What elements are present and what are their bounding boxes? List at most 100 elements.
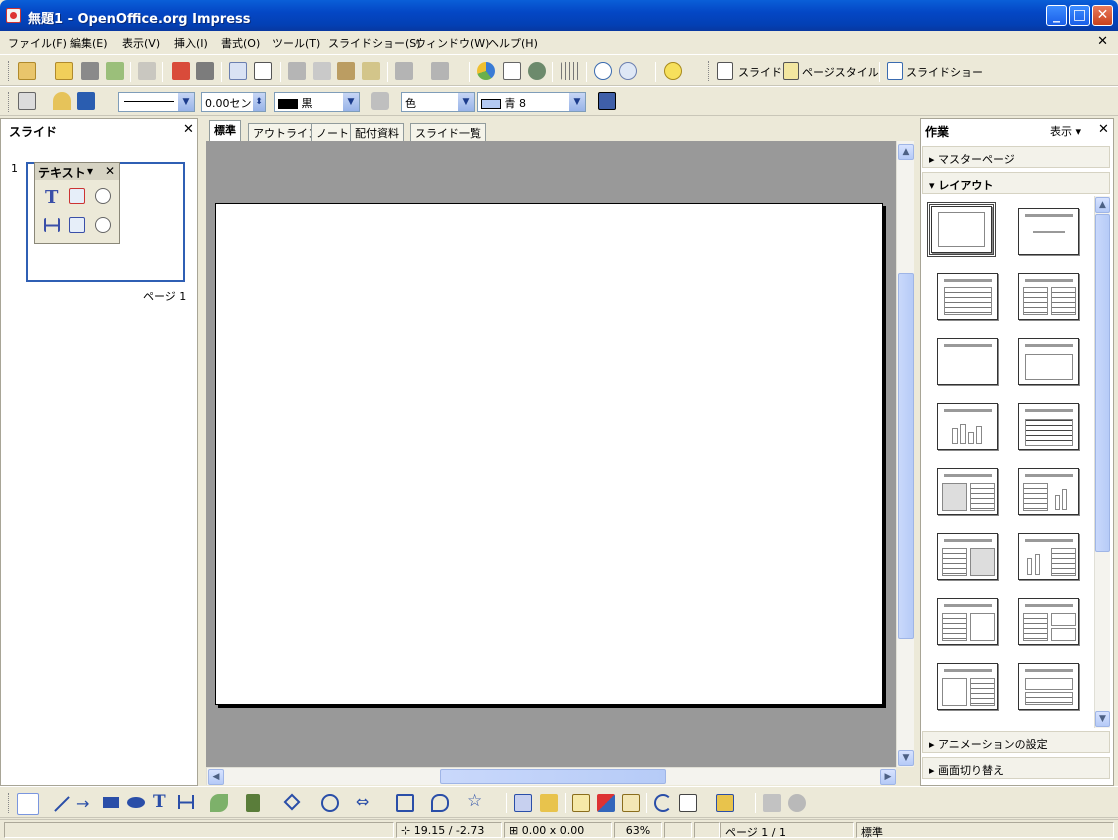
help-icon[interactable] — [664, 62, 682, 80]
vertical-text-icon[interactable] — [44, 218, 60, 232]
left-splitter[interactable] — [198, 118, 206, 786]
vertical-scroll-thumb[interactable] — [898, 273, 914, 639]
layout-object-over-text[interactable] — [1018, 663, 1079, 710]
layout-scroll-thumb[interactable] — [1095, 214, 1110, 552]
menu-window[interactable]: ウィンドウ(W) — [415, 35, 489, 51]
fit-text-icon[interactable] — [69, 188, 85, 204]
slide-button[interactable]: スライド — [738, 64, 782, 80]
chart-icon[interactable] — [477, 62, 495, 80]
cut-icon[interactable] — [288, 62, 306, 80]
email-icon[interactable] — [106, 62, 124, 80]
close-button[interactable]: ✕ — [1092, 5, 1113, 26]
extrusion-icon[interactable] — [788, 794, 806, 812]
print-icon[interactable] — [196, 62, 214, 80]
toolbar-grip[interactable] — [8, 61, 11, 81]
scroll-up-icon[interactable]: ▲ — [898, 144, 914, 160]
layout-blank[interactable] — [927, 202, 996, 257]
edit-file-icon[interactable] — [138, 62, 156, 80]
insert-image-icon[interactable] — [597, 794, 615, 812]
export-pdf-icon[interactable] — [172, 62, 190, 80]
new-slide-icon[interactable] — [717, 62, 733, 80]
open-folder-icon[interactable] — [55, 62, 73, 80]
minimize-button[interactable]: _ — [1046, 5, 1067, 26]
show-draw-functions-icon[interactable] — [528, 62, 546, 80]
menu-view[interactable]: 表示(V) — [122, 35, 160, 51]
task-pane-view-menu[interactable]: 表示 ▾ — [1050, 123, 1081, 139]
slides-pane-close-icon[interactable]: ✕ — [183, 122, 194, 137]
new-document-icon[interactable] — [18, 62, 36, 80]
line-arrow-tool-icon[interactable]: → — [76, 794, 89, 813]
menu-file[interactable]: ファイル(F) — [8, 35, 67, 51]
scroll-right-icon[interactable]: ▶ — [880, 769, 896, 785]
layout-text-chart[interactable] — [1018, 468, 1079, 515]
task-pane-close-icon[interactable]: ✕ — [1098, 122, 1109, 137]
scroll-left-icon[interactable]: ◀ — [208, 769, 224, 785]
alignment-icon[interactable] — [679, 794, 697, 812]
layout-scroll-up-icon[interactable]: ▲ — [1095, 197, 1110, 213]
line-style-icon[interactable] — [53, 92, 71, 110]
canvas-vertical-scrollbar[interactable]: ▲ ▼ — [896, 141, 914, 767]
copy-icon[interactable] — [313, 62, 331, 80]
navigator-icon[interactable] — [594, 62, 612, 80]
text-toolbar-close-icon[interactable]: ✕ — [105, 164, 115, 178]
tab-handout[interactable]: 配付資料 — [350, 123, 404, 141]
autospellcheck-icon[interactable] — [254, 62, 272, 80]
section-master-pages[interactable]: ▸ マスターページ — [922, 146, 1110, 168]
menu-format[interactable]: 書式(O) — [221, 35, 260, 51]
text-tool-icon[interactable]: T — [45, 187, 58, 208]
callout-icon[interactable] — [95, 188, 111, 204]
status-zoom[interactable]: 63% — [614, 822, 662, 838]
paste-icon[interactable] — [337, 62, 355, 80]
slide-page[interactable] — [215, 203, 883, 705]
menu-tools[interactable]: ツール(T) — [272, 35, 320, 51]
area-fill-icon[interactable] — [371, 92, 389, 110]
slideshow-icon[interactable] — [887, 62, 903, 80]
fontwork-icon[interactable] — [572, 794, 590, 812]
line-tool-icon[interactable] — [54, 796, 70, 812]
vertical-callout-icon[interactable] — [95, 217, 111, 233]
area-style-select[interactable]: 色 ▼ — [401, 92, 475, 112]
vertical-text-tool-icon[interactable] — [178, 795, 194, 809]
scroll-down-icon[interactable]: ▼ — [898, 750, 914, 766]
text-tool-icon-bottom[interactable]: T — [153, 792, 166, 812]
section-custom-animation[interactable]: ▸ アニメーションの設定 — [922, 731, 1110, 753]
layout-chart-text[interactable] — [1018, 533, 1079, 580]
connector-tool-icon[interactable] — [246, 794, 260, 812]
symbol-shapes-icon[interactable] — [321, 794, 339, 812]
select-arrow-icon[interactable] — [17, 793, 39, 815]
points-edit-icon[interactable] — [514, 794, 532, 812]
menu-help[interactable]: ヘルプ(H) — [488, 35, 538, 51]
rotate-icon[interactable] — [654, 794, 672, 812]
spellcheck-icon[interactable] — [229, 62, 247, 80]
layout-text-object[interactable] — [937, 598, 998, 645]
fit-vertical-text-icon[interactable] — [69, 217, 85, 233]
section-slide-transition[interactable]: ▸ 画面切り替え — [922, 757, 1110, 779]
ellipse-tool-icon[interactable] — [127, 797, 145, 808]
glue-points-icon[interactable] — [540, 794, 558, 812]
zoom-icon[interactable] — [619, 62, 637, 80]
table-icon[interactable] — [503, 62, 521, 80]
layout-object-text[interactable] — [937, 663, 998, 710]
layout-text-2-objects[interactable] — [1018, 598, 1079, 645]
layout-title-only[interactable] — [937, 338, 998, 385]
line-width-field[interactable]: 0.00セン ⬍ — [201, 92, 266, 112]
layout-title-slide[interactable] — [1018, 208, 1079, 255]
layout-title-chart[interactable] — [937, 403, 998, 450]
layout-scrollbar[interactable]: ▲ ▼ — [1094, 196, 1110, 728]
arrange-icon[interactable] — [716, 794, 734, 812]
layout-clipart-text[interactable] — [937, 468, 998, 515]
layout-title-content[interactable] — [937, 273, 998, 320]
canvas-horizontal-scrollbar[interactable]: ◀ ▶ — [206, 767, 896, 785]
slideshow-button[interactable]: スライドショー — [906, 64, 983, 80]
grid-icon[interactable] — [561, 62, 579, 80]
shadow-toggle-icon[interactable] — [763, 794, 781, 812]
arrow-style-icon[interactable] — [77, 92, 95, 110]
impress-app-icon[interactable] — [6, 8, 21, 23]
save-icon[interactable] — [81, 62, 99, 80]
layout-title-table[interactable] — [1018, 403, 1079, 450]
curve-tool-icon[interactable] — [210, 794, 228, 812]
rectangle-tool-icon[interactable] — [103, 797, 119, 808]
tab-notes[interactable]: ノート — [311, 123, 354, 141]
text-toolbar-header[interactable]: テキスト ▾ ✕ — [35, 163, 119, 180]
flowchart-icon[interactable] — [396, 794, 414, 812]
